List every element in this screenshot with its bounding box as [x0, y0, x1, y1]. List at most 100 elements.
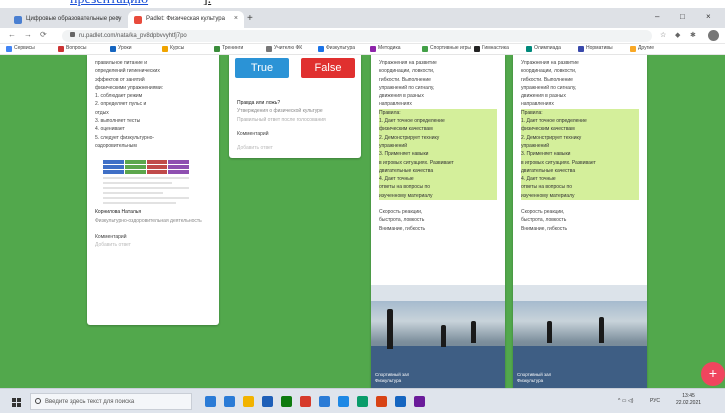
taskbar-app-icon[interactable]: [300, 396, 311, 407]
bookmark-icon: [58, 46, 64, 52]
tab-favicon-icon: [14, 16, 22, 24]
highlighted-line: физическим качествам: [379, 125, 497, 134]
true-button[interactable]: True: [235, 58, 289, 78]
highlighted-line: 4. Дает точные: [379, 175, 497, 184]
taskbar-app-icon[interactable]: [205, 396, 216, 407]
reload-icon[interactable]: ⟳: [40, 30, 47, 39]
minimize-button[interactable]: –: [655, 12, 659, 21]
bookmark-star-icon[interactable]: ☆: [660, 31, 666, 39]
bookmark-item[interactable]: Уроки: [110, 45, 132, 52]
bookmark-label: Тренинги: [222, 45, 244, 51]
taskbar-app-icon[interactable]: [395, 396, 406, 407]
highlighted-line: 2. Демонстрирует технику: [521, 133, 639, 142]
post-card-4[interactable]: Упражнения на развитие координации, ловко…: [513, 55, 647, 388]
bookmarks-bar: Сервисы Вопросы Уроки Курсы Тренинги Учителю …: [0, 44, 725, 55]
post-card-3[interactable]: Упражнения на развитие координации, ловко…: [371, 55, 505, 388]
text-line: быстрота, ловкость: [521, 217, 567, 224]
text-line: Внимание, гибкость: [521, 225, 568, 232]
bookmark-icon: [526, 46, 532, 52]
extensions-puzzle-icon[interactable]: ✱: [690, 31, 696, 39]
taskbar-app-icon[interactable]: [224, 396, 235, 407]
highlighted-line: упражнений: [521, 141, 639, 151]
tab-close-icon[interactable]: ×: [116, 15, 120, 22]
clock[interactable]: 13:45 22.02.2021: [676, 393, 701, 407]
highlighted-line: ответы на вопросы по: [379, 183, 497, 192]
lock-icon: [70, 32, 75, 37]
forward-arrow-icon[interactable]: →: [24, 30, 32, 39]
taskbar-app-icon[interactable]: [319, 396, 330, 407]
bookmark-icon: [266, 46, 272, 52]
post-card-2[interactable]: True False Правда или ложь? Утверждения …: [229, 55, 361, 158]
profile-avatar-icon[interactable]: [708, 30, 719, 41]
windows-taskbar: Введите здесь текст для поиска ^ ▭ ◁) РУ…: [0, 388, 725, 413]
url-field[interactable]: ru.padlet.com/nata/ka_pv8dpbvvyhtfj7po: [62, 30, 652, 42]
text-line: упражнений по сигналу,: [521, 84, 577, 91]
text-line: 3. выполняет тесты: [95, 118, 141, 125]
bookmark-item[interactable]: Физкультура: [318, 45, 355, 52]
tray-icons[interactable]: ^ ▭ ◁): [618, 398, 633, 404]
bookmark-label: Олимпиада: [534, 45, 561, 51]
bookmark-item[interactable]: Нормативы: [578, 45, 613, 52]
post-note: Физкультурно-оздоровительная деятельност…: [95, 217, 202, 224]
address-bar-row: ← → ⟳ ru.padlet.com/nata/ka_pv8dpbvvyhtf…: [0, 28, 725, 44]
text-line: эффектов от занятий: [95, 76, 145, 83]
presentation-link[interactable]: презентацию: [70, 0, 148, 8]
add-reply-link[interactable]: Добавить ответ: [95, 241, 211, 249]
maximize-button[interactable]: □: [680, 12, 685, 21]
tab-digital-resources[interactable]: Цифровые образовательные ресу ×: [8, 11, 126, 28]
highlighted-line: физическим качествам: [521, 125, 639, 134]
bookmark-item[interactable]: Учителю ФК: [266, 45, 302, 52]
text-line: гибкости. Выполнение: [379, 76, 431, 83]
highlighted-line: 3. Применяет навыки: [379, 150, 497, 159]
tab-favicon-icon: [134, 16, 142, 24]
language-indicator[interactable]: РУС: [650, 398, 660, 404]
bookmark-item[interactable]: Спортивные игры: [422, 45, 471, 52]
bookmark-item[interactable]: Сервисы: [6, 45, 35, 52]
taskbar-app-icon[interactable]: [281, 396, 292, 407]
post-card-1[interactable]: правильное питание и определений гигиенич…: [87, 55, 219, 325]
highlighted-line: изученному материалу: [521, 191, 639, 201]
tab-padlet[interactable]: Padlet: Физическая культура ×: [128, 11, 244, 28]
back-arrow-icon[interactable]: ←: [8, 30, 16, 39]
taskbar-app-icon[interactable]: [357, 396, 368, 407]
post-text: правильное питание и определений гигиенич…: [87, 55, 219, 154]
bookmark-label: Сервисы: [14, 45, 35, 51]
taskbar-search-input[interactable]: Введите здесь текст для поиска: [30, 393, 192, 410]
extension-icon[interactable]: ◆: [675, 31, 680, 39]
text-line: упражнений по сигналу,: [379, 84, 435, 91]
bookmark-icon: [370, 46, 376, 52]
windows-start-icon[interactable]: [12, 398, 22, 408]
comment-link[interactable]: Комментарий: [237, 130, 353, 138]
bookmark-item[interactable]: Тренинги: [214, 45, 244, 52]
taskbar-app-icon[interactable]: [262, 396, 273, 407]
highlighted-line: 2. Демонстрирует технику: [379, 133, 497, 142]
tab-close-icon[interactable]: ×: [234, 15, 238, 22]
taskbar-app-icon[interactable]: [414, 396, 425, 407]
post-author: Корнилова Наталья: [95, 209, 142, 216]
text-line: координации, ловкости,: [379, 68, 435, 75]
bookmark-item[interactable]: Гимнастика: [474, 45, 509, 52]
bookmark-item[interactable]: Другие: [630, 45, 654, 52]
false-button[interactable]: False: [301, 58, 355, 78]
bookmark-item[interactable]: Методика: [370, 45, 401, 52]
highlighted-line: упражнений: [379, 141, 497, 151]
new-tab-button[interactable]: +: [247, 13, 253, 24]
text-line: Упражнения на развитие: [379, 60, 437, 66]
text-line: определений гигиенических: [95, 68, 160, 75]
taskbar-app-icon[interactable]: [376, 396, 387, 407]
text-line: оздоровительным: [95, 142, 137, 149]
taskbar-app-icon[interactable]: [338, 396, 349, 407]
bookmark-item[interactable]: Курсы: [162, 45, 184, 52]
bookmark-item[interactable]: Олимпиада: [526, 45, 561, 52]
add-post-button[interactable]: +: [701, 362, 725, 386]
taskbar-app-icon[interactable]: [243, 396, 254, 407]
photo-caption: Физкультура: [517, 378, 544, 383]
bookmark-item[interactable]: Вопросы: [58, 45, 86, 52]
bookmark-label: Уроки: [118, 45, 132, 51]
post-meta-title: Правда или ложь?: [237, 100, 281, 106]
comment-link[interactable]: Комментарий: [95, 233, 211, 241]
post-meta-line: Правильный ответ после голосования: [237, 116, 326, 123]
highlighted-line: 1. Дает точное определение: [521, 117, 639, 126]
add-reply-link[interactable]: Добавить ответ: [237, 144, 353, 152]
close-window-button[interactable]: ×: [706, 12, 711, 21]
